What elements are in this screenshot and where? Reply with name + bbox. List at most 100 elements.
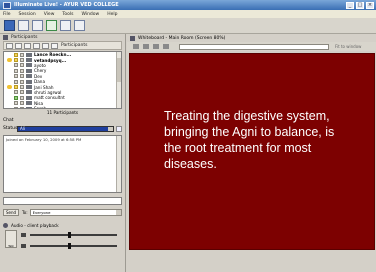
window-title: Illuminate Live! - AYUR VED COLLEGE [14,2,119,8]
user-icon [26,52,32,57]
chat-input[interactable] [3,197,122,205]
mic-slider[interactable] [30,243,117,249]
page-select[interactable] [179,43,329,50]
volume-slider-row [21,232,117,238]
chat-permission-icon [20,85,24,90]
menu-session[interactable]: Session [19,12,36,17]
prev-page-icon[interactable] [143,44,149,49]
participant-name: shruti agrwal [34,89,62,95]
save-icon[interactable] [4,20,15,31]
whiteboard-icon[interactable] [18,20,29,31]
left-panel: Participants Participants Lance Roeckn..… [0,34,126,272]
menu-help[interactable]: Help [107,12,117,17]
chat-permission-icon [20,90,24,95]
participant-name: vetandpsyq... [34,57,67,63]
screen-share-icon[interactable] [32,20,43,31]
whiteboard-panel: Whiteboard - Main Room (Screen 80%) Fit … [127,34,376,272]
participant-name: Chery [34,68,47,74]
menu-bar: File Session View Tools Window Help [0,10,376,18]
chat-permission-icon [20,52,24,57]
participants-list: Lance Roeckn... vetandpsyq... ayoto Chery De… [3,51,122,109]
participants-scrollbar[interactable] [116,52,121,108]
user-icon [26,101,32,106]
chat-permission-icon [20,68,24,73]
last-page-icon[interactable] [163,44,169,49]
chevron-down-icon[interactable] [116,210,121,215]
volume-slider-knob[interactable] [67,232,71,238]
microphone-icon [21,244,26,248]
recipient-select[interactable]: Everyone [29,209,122,216]
raised-hand-icon [7,96,12,100]
web-tour-icon[interactable] [60,20,71,31]
mic-slider-knob[interactable] [67,243,71,249]
participants-count: 11 Participants [46,110,79,115]
fit-to-window[interactable]: Fit to window [335,44,361,49]
chat-log-entry: Joined on February 10, 2009 at 6:58 PM [6,137,82,142]
participant-name: matt consultnt [34,95,65,101]
participant-name: Sarah [34,106,47,109]
user-icon [26,106,32,108]
raised-hand-icon [7,58,12,63]
maximize-button[interactable]: □ [356,1,364,9]
presentation-slide: Treating the digestive system, bringing … [129,53,375,250]
chat-scrollbar[interactable] [116,136,121,192]
menu-window[interactable]: Window [81,12,99,17]
raised-hand-icon [7,85,12,90]
participants-toolbar-label: Participants [61,43,88,48]
chat-permission-icon [20,79,24,84]
microphone-icon [14,58,18,63]
chevron-down-icon[interactable] [108,126,113,131]
chat-permission-icon [20,95,24,100]
recipient-value: Everyone [32,210,51,215]
audio-header: Audio - client playback [0,221,125,229]
user-icon [26,63,32,68]
whiteboard-icon [130,35,135,41]
menu-tools[interactable]: Tools [62,12,73,17]
participant-name: Dana [34,79,46,85]
participant-row[interactable]: Sarah [4,106,121,109]
volume-slider[interactable] [30,232,117,238]
microphone-icon [14,68,18,73]
status-select[interactable]: Ali [17,125,114,132]
audio-title: Audio - client playback [11,222,59,228]
raise-hand-icon[interactable] [6,42,13,49]
first-page-icon[interactable] [133,44,139,49]
emoticon-icon[interactable] [42,42,49,49]
speaker-icon [3,222,8,228]
audio-controls: Talk [3,229,122,253]
mic-slider-row [21,243,117,249]
participants-icon [3,35,8,40]
menu-view[interactable]: View [44,12,55,17]
to-label: To: [22,210,28,215]
menu-file[interactable]: File [3,12,11,17]
raised-hand-icon [7,53,12,57]
step-away-icon[interactable] [33,42,40,49]
raised-hand-icon [7,101,12,105]
send-button[interactable]: Send [3,209,19,216]
chat-permission-icon [20,101,24,106]
talk-button[interactable]: Talk [5,230,17,248]
chat-permission-icon [20,58,24,63]
microphone-icon [14,63,18,68]
participant-name: Nisa [34,100,44,106]
microphone-icon [14,74,18,79]
disagree-icon[interactable] [24,42,31,49]
microphone-icon [14,52,18,57]
participant-name: Jani Shah [34,84,54,90]
next-page-icon[interactable] [153,44,159,49]
refresh-icon[interactable] [116,125,122,132]
close-button[interactable]: × [366,1,374,9]
participant-name: ayoto [34,62,46,68]
raised-hand-icon [7,74,12,78]
options-icon[interactable] [51,42,58,49]
minimize-button[interactable]: _ [346,1,354,9]
poll-icon[interactable] [74,20,85,31]
user-icon [26,79,32,84]
agree-icon[interactable] [15,42,22,49]
app-share-icon[interactable] [46,20,57,31]
participants-toolbar: Participants [3,41,122,50]
participants-header: Participants [0,34,125,41]
raised-hand-icon [7,90,12,94]
whiteboard-bottom-strip [129,251,375,272]
microphone-icon [14,79,18,84]
